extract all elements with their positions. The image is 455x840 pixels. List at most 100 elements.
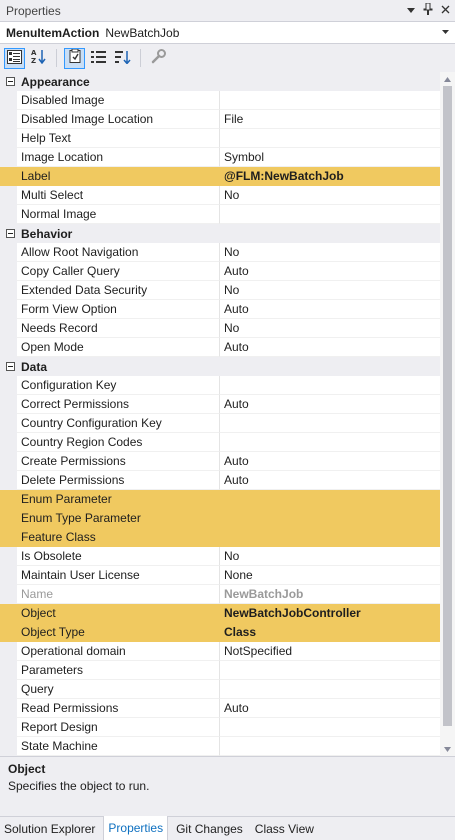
property-row-normal-image[interactable]: Normal Image — [0, 205, 440, 224]
window-options-dropdown-icon[interactable] — [404, 5, 418, 17]
property-pages-button[interactable] — [112, 48, 133, 69]
tab-class-view[interactable]: Class View — [251, 817, 318, 840]
categorized-icon — [7, 49, 22, 67]
property-row-country-region-codes[interactable]: Country Region Codes — [0, 433, 440, 452]
property-value[interactable] — [220, 680, 440, 699]
property-value[interactable] — [220, 205, 440, 224]
property-row-country-configuration-key[interactable]: Country Configuration Key — [0, 414, 440, 433]
row-gutter — [0, 737, 17, 756]
property-value[interactable] — [220, 490, 440, 509]
wrench-button[interactable] — [148, 48, 169, 69]
property-row-object[interactable]: Object NewBatchJobController — [0, 604, 440, 623]
row-gutter — [0, 471, 17, 490]
property-row-state-machine[interactable]: State Machine — [0, 737, 440, 756]
property-row-form-view-option[interactable]: Form View Option Auto — [0, 300, 440, 319]
property-value[interactable] — [220, 661, 440, 680]
property-value[interactable]: @FLM:NewBatchJob — [220, 167, 440, 186]
property-row-is-obsolete[interactable]: Is Obsolete No — [0, 547, 440, 566]
property-value[interactable]: No — [220, 186, 440, 205]
property-value[interactable]: Class — [220, 623, 440, 642]
property-row-allow-root-navigation[interactable]: Allow Root Navigation No — [0, 243, 440, 262]
property-row-open-mode[interactable]: Open Mode Auto — [0, 338, 440, 357]
property-value[interactable]: Auto — [220, 338, 440, 357]
property-name: Read Permissions — [17, 699, 220, 718]
property-row-needs-record[interactable]: Needs Record No — [0, 319, 440, 338]
row-gutter — [0, 148, 17, 167]
property-row-multi-select[interactable]: Multi Select No — [0, 186, 440, 205]
property-row-copy-caller-query[interactable]: Copy Caller Query Auto — [0, 262, 440, 281]
pin-icon[interactable] — [421, 2, 435, 18]
property-row-create-permissions[interactable]: Create Permissions Auto — [0, 452, 440, 471]
categorized-button[interactable] — [4, 47, 25, 69]
property-row-disabled-image[interactable]: Disabled Image — [0, 91, 440, 110]
close-icon[interactable] — [438, 5, 452, 17]
property-value[interactable]: No — [220, 281, 440, 300]
property-value[interactable] — [220, 91, 440, 110]
property-value[interactable]: Auto — [220, 471, 440, 490]
property-value[interactable] — [220, 376, 440, 395]
category-data[interactable]: Data — [0, 357, 440, 376]
property-value[interactable] — [220, 414, 440, 433]
property-value[interactable]: NewBatchJob — [220, 585, 440, 604]
collapse-icon[interactable] — [3, 224, 17, 243]
property-value[interactable]: No — [220, 547, 440, 566]
property-value[interactable]: No — [220, 319, 440, 338]
property-row-query[interactable]: Query — [0, 680, 440, 699]
property-row-label[interactable]: Label @FLM:NewBatchJob — [0, 167, 440, 186]
property-value[interactable] — [220, 737, 440, 756]
property-value[interactable]: Auto — [220, 395, 440, 414]
property-row-read-permissions[interactable]: Read Permissions Auto — [0, 699, 440, 718]
collapse-icon[interactable] — [3, 72, 17, 91]
property-row-enum-parameter[interactable]: Enum Parameter — [0, 490, 440, 509]
property-name: Image Location — [17, 148, 220, 167]
chevron-down-icon[interactable] — [438, 28, 452, 37]
category-behavior[interactable]: Behavior — [0, 224, 440, 243]
property-value[interactable]: Symbol — [220, 148, 440, 167]
scroll-up-icon[interactable] — [440, 72, 455, 86]
property-row-configuration-key[interactable]: Configuration Key — [0, 376, 440, 395]
property-row-correct-permissions[interactable]: Correct Permissions Auto — [0, 395, 440, 414]
property-row-delete-permissions[interactable]: Delete Permissions Auto — [0, 471, 440, 490]
property-value[interactable]: File — [220, 110, 440, 129]
property-row-help-text[interactable]: Help Text — [0, 129, 440, 148]
property-value[interactable]: None — [220, 566, 440, 585]
property-value[interactable]: Auto — [220, 452, 440, 471]
property-value[interactable] — [220, 129, 440, 148]
property-row-image-location[interactable]: Image Location Symbol — [0, 148, 440, 167]
property-row-object-type[interactable]: Object Type Class — [0, 623, 440, 642]
property-row-disabled-image-location[interactable]: Disabled Image Location File — [0, 110, 440, 129]
property-grid-scrollbar[interactable] — [440, 72, 455, 756]
tab-solution-explorer[interactable]: Solution Explorer — [0, 817, 99, 840]
property-row-name[interactable]: Name NewBatchJob — [0, 585, 440, 604]
property-value[interactable] — [220, 509, 440, 528]
property-value[interactable] — [220, 433, 440, 452]
alphabetical-button[interactable]: A Z — [28, 48, 49, 69]
property-value[interactable]: Auto — [220, 300, 440, 319]
row-gutter — [0, 585, 17, 604]
events-button[interactable] — [88, 48, 109, 69]
object-selector[interactable]: MenuItemAction NewBatchJob — [0, 21, 455, 44]
property-value[interactable] — [220, 718, 440, 737]
scrollbar-thumb[interactable] — [443, 86, 452, 726]
properties-view-button[interactable] — [64, 47, 85, 69]
property-value[interactable]: NewBatchJobController — [220, 604, 440, 623]
property-row-report-design[interactable]: Report Design — [0, 718, 440, 737]
property-value[interactable] — [220, 528, 440, 547]
property-row-operational-domain[interactable]: Operational domain NotSpecified — [0, 642, 440, 661]
property-row-enum-type-parameter[interactable]: Enum Type Parameter — [0, 509, 440, 528]
collapse-icon[interactable] — [3, 357, 17, 376]
property-row-parameters[interactable]: Parameters — [0, 661, 440, 680]
tab-properties[interactable]: Properties — [103, 816, 169, 840]
property-name: State Machine — [17, 737, 220, 756]
property-value[interactable]: Auto — [220, 699, 440, 718]
category-appearance[interactable]: Appearance — [0, 72, 440, 91]
property-row-feature-class[interactable]: Feature Class — [0, 528, 440, 547]
scroll-down-icon[interactable] — [440, 742, 455, 756]
property-row-maintain-user-license[interactable]: Maintain User License None — [0, 566, 440, 585]
property-value[interactable]: Auto — [220, 262, 440, 281]
property-value[interactable]: NotSpecified — [220, 642, 440, 661]
tab-git-changes[interactable]: Git Changes — [172, 817, 247, 840]
property-name: Object — [17, 604, 220, 623]
property-value[interactable]: No — [220, 243, 440, 262]
property-row-extended-data-security[interactable]: Extended Data Security No — [0, 281, 440, 300]
